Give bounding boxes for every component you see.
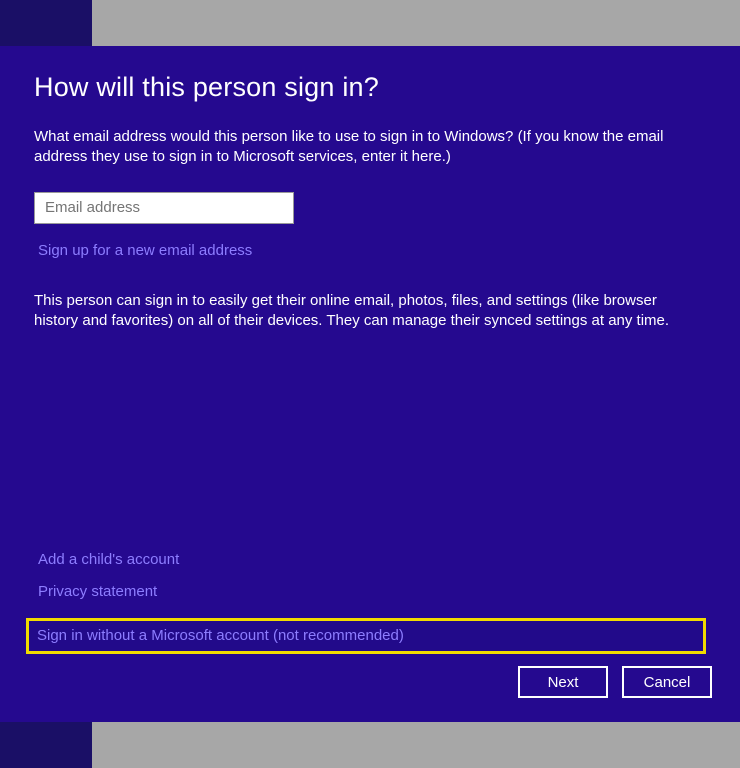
signin-dialog: How will this person sign in? What email… (0, 46, 740, 722)
page-title: How will this person sign in? (34, 72, 706, 103)
privacy-statement-link[interactable]: Privacy statement (38, 583, 706, 600)
add-child-account-link[interactable]: Add a child's account (38, 551, 706, 568)
email-field[interactable] (34, 192, 294, 224)
signin-without-ms-account-link[interactable]: Sign in without a Microsoft account (not… (37, 627, 404, 644)
background-accent-bottom (0, 722, 92, 768)
dialog-buttons: Next Cancel (518, 666, 712, 698)
signup-new-email-link[interactable]: Sign up for a new email address (38, 242, 252, 259)
intro-text: What email address would this person lik… (34, 127, 674, 168)
background-accent-top (0, 0, 92, 46)
benefits-text: This person can sign in to easily get th… (34, 291, 694, 332)
cancel-button[interactable]: Cancel (622, 666, 712, 698)
highlighted-option: Sign in without a Microsoft account (not… (26, 618, 706, 654)
next-button[interactable]: Next (518, 666, 608, 698)
secondary-links: Add a child's account Privacy statement … (34, 551, 706, 654)
